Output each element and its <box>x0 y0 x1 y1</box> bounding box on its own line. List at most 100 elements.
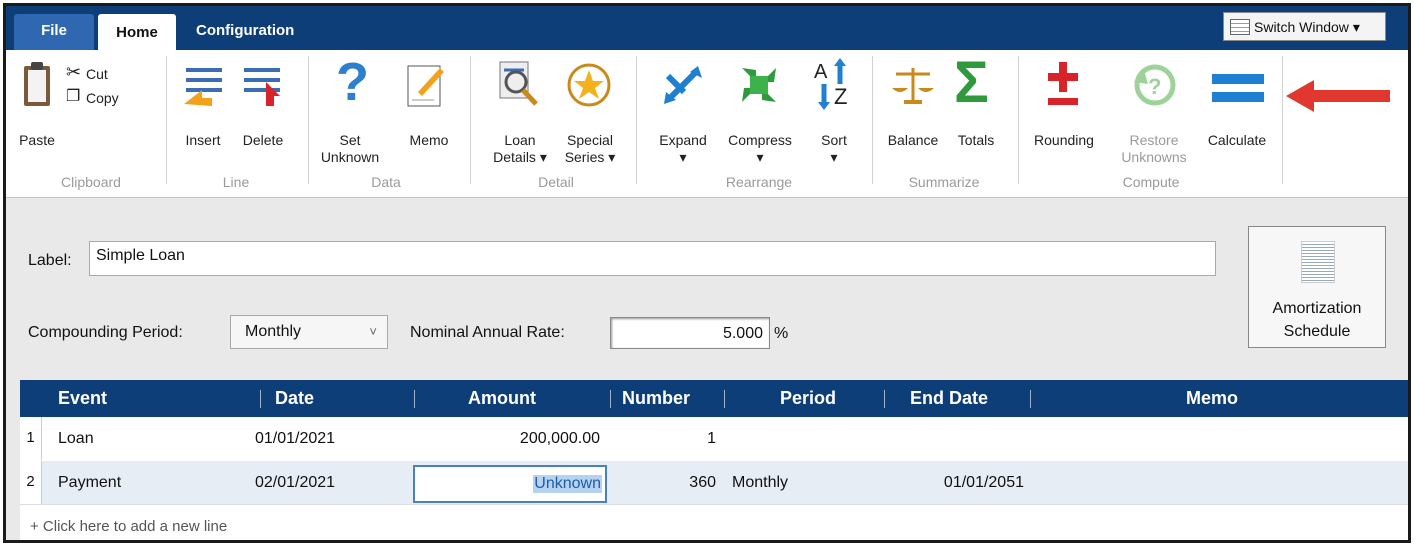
rounding-icon <box>1048 62 1078 105</box>
svg-text:?: ? <box>1148 74 1161 99</box>
tab-configuration[interactable]: Configuration <box>196 22 294 39</box>
equals-icon <box>1212 74 1264 102</box>
column-divider <box>260 390 261 408</box>
set-unknown-label: Set Unknown <box>320 132 380 165</box>
group-line: Line <box>222 174 250 190</box>
tab-home[interactable]: Home <box>98 14 176 50</box>
add-new-line-link[interactable]: + Click here to add a new line <box>20 504 1408 540</box>
divider <box>872 56 873 184</box>
cut-label: Cut <box>86 66 108 82</box>
switch-window-button[interactable]: Switch Window ▾ <box>1223 12 1386 41</box>
cell-amount[interactable]: 200,000.00 <box>400 430 600 448</box>
column-divider <box>884 390 885 408</box>
column-header-period[interactable]: Period <box>780 388 836 409</box>
compress-icon <box>742 68 776 102</box>
delete-label: Delete <box>242 132 284 148</box>
totals-label: Totals <box>957 132 995 148</box>
window-icon <box>1230 19 1250 35</box>
column-header-number[interactable]: Number <box>622 388 690 409</box>
amortization-schedule-button[interactable]: Amortization Schedule <box>1248 226 1386 348</box>
group-clipboard: Clipboard <box>61 174 121 190</box>
divider <box>636 56 637 184</box>
events-grid: Event Date Amount Number Period End Date… <box>20 380 1408 540</box>
row-number: 1 <box>20 417 42 460</box>
amortization-schedule-label: Amortization Schedule <box>1272 300 1362 340</box>
group-rearrange: Rearrange <box>725 174 793 190</box>
cell-end-date[interactable]: 01/01/2051 <box>900 474 1024 492</box>
svg-text:Z: Z <box>834 84 847 109</box>
label-caption: Label: <box>28 252 72 269</box>
percent-unit: % <box>774 325 789 342</box>
sort-az-icon: AZ <box>814 58 847 110</box>
column-divider <box>610 390 611 408</box>
cell-number[interactable]: 360 <box>620 474 716 492</box>
column-header-date[interactable]: Date <box>275 388 314 409</box>
svg-text:A: A <box>814 61 828 83</box>
cell-date[interactable]: 01/01/2021 <box>255 430 335 448</box>
column-divider <box>1030 390 1031 408</box>
restore-icon: ? <box>1134 64 1176 106</box>
group-summarize: Summarize <box>908 174 980 190</box>
label-input[interactable]: Simple Loan <box>89 241 1216 276</box>
column-divider <box>724 390 725 408</box>
divider <box>1282 56 1283 184</box>
column-header-end-date[interactable]: End Date <box>910 388 988 409</box>
star-icon <box>567 63 611 107</box>
cell-amount-editing[interactable]: Unknown <box>413 465 607 503</box>
selected-amount-text[interactable]: Unknown <box>533 475 602 493</box>
sort-label: Sort ▾ <box>821 132 847 165</box>
switch-window-label: Switch Window <box>1254 19 1349 35</box>
cell-event[interactable]: Loan <box>58 430 94 448</box>
clipboard-icon <box>24 62 50 106</box>
divider <box>166 56 167 184</box>
nominal-rate-caption: Nominal Annual Rate: <box>410 324 565 341</box>
expand-label: Expand ▾ <box>659 132 707 165</box>
cell-period[interactable]: Monthly <box>732 474 788 492</box>
balance-label: Balance <box>887 132 939 148</box>
expand-icon <box>664 66 702 104</box>
memo-label: Memo <box>409 132 449 148</box>
dropdown-arrow-icon: ▾ <box>1352 19 1360 35</box>
calculate-label: Calculate <box>1207 132 1267 148</box>
loan-form: Label: Simple Loan Compounding Period: M… <box>6 199 1408 540</box>
table-row[interactable]: 1 Loan 01/01/2021 200,000.00 1 <box>20 417 1408 460</box>
insert-line-icon <box>184 68 222 106</box>
tab-file[interactable]: File <box>14 14 94 50</box>
column-header-event[interactable]: Event <box>58 388 107 409</box>
grid-header: Event Date Amount Number Period End Date… <box>20 380 1408 417</box>
balance-scale-icon <box>892 68 934 104</box>
nominal-rate-input[interactable]: 5.000 <box>610 317 770 349</box>
compress-label: Compress ▾ <box>728 132 792 165</box>
column-header-amount[interactable]: Amount <box>468 388 536 409</box>
cell-date[interactable]: 02/01/2021 <box>255 474 335 492</box>
loan-details-label: Loan Details ▾ <box>493 132 547 165</box>
delete-line-icon <box>244 68 280 106</box>
copy-icon: ❐ <box>66 88 81 105</box>
memo-icon <box>407 65 444 107</box>
compounding-period-select[interactable]: Monthly ˅ <box>230 315 388 349</box>
cell-event[interactable]: Payment <box>58 474 121 492</box>
column-header-memo[interactable]: Memo <box>1186 388 1238 409</box>
rounding-label: Rounding <box>1034 132 1094 148</box>
red-arrow-icon <box>1286 80 1390 112</box>
divider <box>470 56 471 184</box>
special-series-label: Special Series ▾ <box>564 132 616 165</box>
group-compute: Compute <box>1122 174 1180 190</box>
table-row[interactable]: 2 Payment 02/01/2021 Unknown 360 Monthly… <box>20 461 1408 504</box>
copy-label: Copy <box>86 90 119 106</box>
group-detail: Detail <box>538 174 574 190</box>
cell-number[interactable]: 1 <box>620 430 716 448</box>
compounding-period-value: Monthly <box>245 323 302 340</box>
scissors-icon: ✂ <box>66 62 82 82</box>
group-data: Data <box>371 174 401 190</box>
loan-details-icon <box>499 61 538 106</box>
restore-unknowns-label: Restore Unknowns <box>1121 132 1187 165</box>
question-mark-icon: ? <box>336 52 369 112</box>
divider <box>1018 56 1019 184</box>
divider <box>308 56 309 184</box>
sigma-icon: Σ <box>954 50 989 115</box>
paste-label: Paste <box>19 132 55 148</box>
column-divider <box>414 390 415 408</box>
ribbon: Paste ✂ Cut ❐ Copy Clipboard Insert Dele… <box>6 50 1408 198</box>
chevron-down-icon: ˅ <box>369 324 377 339</box>
